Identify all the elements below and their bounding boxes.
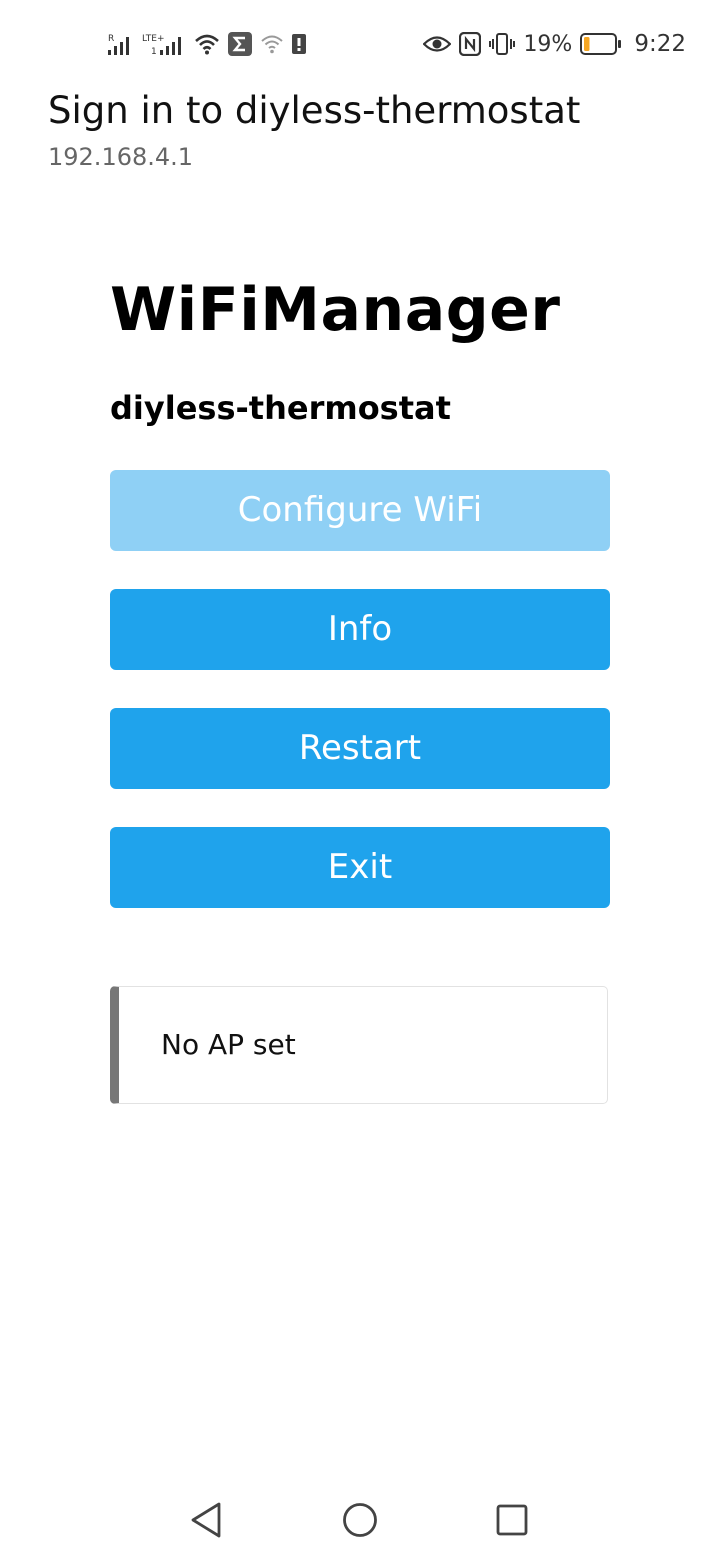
status-bar: R LTE+ 1 19% 9:22 [0, 0, 720, 88]
nfc-icon [459, 32, 482, 56]
status-bar-left: R LTE+ 1 [108, 30, 306, 58]
wifimanager-page: WiFiManager diyless-thermostat Configure… [110, 270, 610, 1104]
page-title: WiFiManager [110, 275, 561, 345]
restart-button[interactable]: Restart [110, 708, 610, 789]
sim-label: 1 [151, 47, 157, 56]
portal-header: Sign in to diyless-thermostat 192.168.4.… [48, 88, 688, 172]
roaming-label: R [108, 34, 114, 44]
configure-wifi-button[interactable]: Configure WiFi [110, 470, 610, 551]
info-button[interactable]: Info [110, 589, 610, 670]
recents-icon[interactable] [490, 1498, 534, 1542]
lte-signal-icon: LTE+ 1 [142, 32, 186, 56]
portal-title: Sign in to diyless-thermostat [48, 89, 581, 132]
clock: 9:22 [634, 31, 686, 57]
portal-address: 192.168.4.1 [48, 143, 194, 171]
home-icon[interactable] [338, 1498, 382, 1542]
eye-icon [423, 34, 452, 54]
device-name: diyless-thermostat [110, 389, 451, 427]
exit-button[interactable]: Exit [110, 827, 610, 908]
sigma-app-icon [228, 32, 252, 56]
navigation-bar [0, 1480, 720, 1560]
wifi-question-icon [260, 33, 284, 55]
wifi-icon [194, 33, 220, 55]
battery-percent: 19% [523, 31, 573, 57]
back-icon[interactable] [184, 1498, 228, 1542]
screen: R LTE+ 1 19% 9:22 Sign in to diyless-the… [0, 0, 720, 1560]
vibrate-icon [489, 32, 516, 56]
status-message-box: No AP set [110, 986, 608, 1104]
signal-icon: R [108, 32, 134, 56]
alert-icon [292, 32, 306, 56]
network-label: LTE+ [142, 34, 165, 44]
status-bar-right: 19% 9:22 [423, 30, 686, 58]
status-message: No AP set [161, 1028, 296, 1061]
battery-icon [580, 33, 622, 55]
